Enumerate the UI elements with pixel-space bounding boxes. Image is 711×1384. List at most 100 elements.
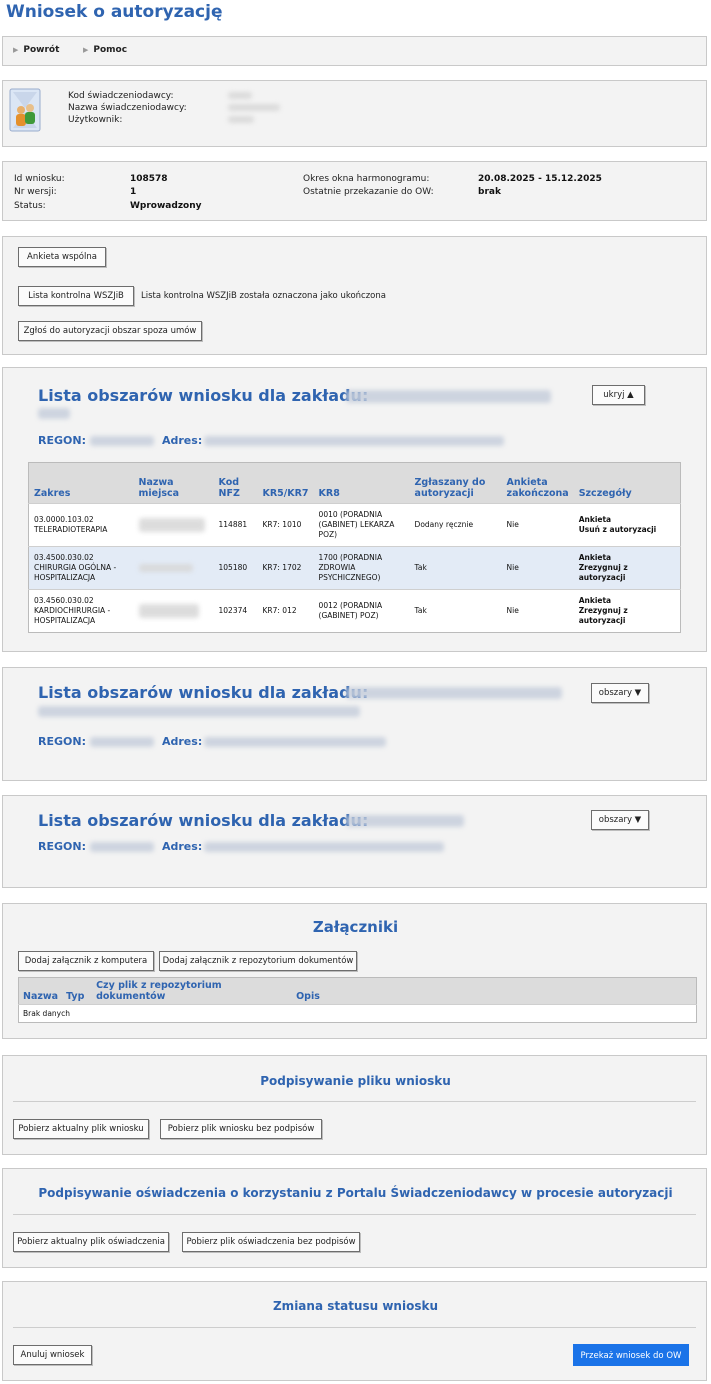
provider-name-value: [228, 104, 280, 111]
help-link[interactable]: ▶ Pomoc: [83, 45, 127, 55]
survey-link[interactable]: Ankieta: [579, 553, 675, 563]
triangle-right-icon: ▶: [83, 46, 89, 54]
cell-zakres: 03.4560.030.02 KARDIOCHIRURGIA - HOSPITA…: [34, 596, 111, 625]
col-zakres: Zakres: [28, 462, 134, 504]
empty-text: Brak danych: [23, 1008, 70, 1018]
col-typ: Typ: [62, 977, 93, 1005]
cell-zgloszony: Tak: [414, 563, 427, 572]
signing-statement-title: Podpisywanie oświadczenia o korzystaniu …: [38, 1186, 673, 1200]
facility-name-3: [346, 815, 464, 827]
add-from-repository-button[interactable]: Dodaj załącznik z repozytorium dokumentó…: [159, 951, 357, 971]
col-szczegoly: Szczegóły: [573, 462, 681, 504]
resign-authorization-link[interactable]: Zrezygnuj z autoryzacji: [579, 606, 675, 626]
address-value-3: [204, 842, 444, 852]
schedule-window-label: Okres okna harmonogramu:: [303, 174, 430, 184]
remove-from-authorization-link[interactable]: Usuń z autoryzacji: [579, 525, 675, 535]
resign-authorization-link[interactable]: Zrezygnuj z autoryzacji: [579, 563, 675, 583]
provider-name-label: Nazwa świadczeniodawcy:: [68, 103, 187, 113]
provider-code-value: [228, 92, 252, 99]
col-kr5-kr7: KR5/KR7: [257, 462, 314, 504]
col-kr8: KR8: [313, 462, 410, 504]
checklist-status-text: Lista kontrolna WSZJiB została oznaczona…: [141, 291, 386, 301]
cell-nazwa-miejsca: [134, 547, 214, 590]
add-from-computer-button[interactable]: Dodaj załącznik z komputera: [18, 951, 154, 971]
col-zglaszany: Zgłaszany do autoryzacji: [409, 462, 502, 504]
submit-to-ow-button[interactable]: Przekaż wniosek do OW: [573, 1344, 689, 1366]
signing-file-title: Podpisywanie pliku wniosku: [260, 1074, 451, 1088]
cell-kr: KR7: 012: [262, 606, 297, 615]
cell-kr: KR7: 1010: [262, 520, 302, 529]
download-current-file-button[interactable]: Pobierz aktualny plik wniosku: [13, 1119, 149, 1139]
areas-table: Zakres Nazwa miejsca Kod NFZ KR5/KR7 KR8…: [28, 462, 681, 633]
table-row: 03.4560.030.02 KARDIOCHIRURGIA - HOSPITA…: [28, 589, 681, 633]
survey-link[interactable]: Ankieta: [579, 596, 675, 606]
cell-nazwa-miejsca: [134, 504, 214, 547]
address-label-1: Adres:: [162, 434, 203, 447]
divider: [13, 1101, 696, 1102]
show-areas-button-3[interactable]: obszary ▼: [591, 810, 649, 830]
regon-value-2: [90, 737, 154, 747]
cell-details: Ankieta Zrezygnuj z autoryzacji: [574, 547, 681, 590]
col-nazwa: Nazwa: [18, 977, 63, 1005]
survey-common-button[interactable]: Ankieta wspólna: [18, 247, 106, 267]
last-transfer-value: brak: [478, 187, 501, 197]
regon-value-1: [90, 436, 154, 446]
cell-kod: 114881: [218, 520, 248, 529]
address-label-2: Adres:: [162, 735, 203, 748]
schedule-window-value: 20.08.2025 - 15.12.2025: [478, 174, 602, 184]
download-unsigned-file-button[interactable]: Pobierz plik wniosku bez podpisów: [160, 1119, 322, 1139]
facility-name-1b: [38, 408, 70, 419]
col-repozytorium: Czy plik z repozytorium dokumentów: [92, 977, 293, 1005]
show-areas-button-2[interactable]: obszary ▼: [591, 683, 649, 703]
cell-zakres: 03.0000.103.02 TELERADIOTERAPIA: [34, 515, 108, 534]
facility-heading-2: Lista obszarów wniosku dla zakładu:: [38, 683, 369, 702]
table-row: 03.4500.030.02 CHIRURGIA OGÓLNA - HOSPIT…: [28, 546, 681, 590]
back-link[interactable]: ▶ Powrót: [13, 45, 59, 55]
regon-label-1: REGON:: [38, 434, 86, 447]
version-label: Nr wersji:: [14, 187, 57, 197]
request-id-value: 108578: [130, 174, 168, 184]
attachments-table: Nazwa Typ Czy plik z repozytorium dokume…: [18, 977, 697, 1023]
col-ankieta-zakonczona: Ankieta zakończona: [501, 462, 574, 504]
address-value-2: [204, 737, 386, 747]
signing-file-panel: [2, 1055, 707, 1155]
report-area-button[interactable]: Zgłoś do autoryzacji obszar spoza umów: [18, 321, 202, 341]
cell-ankieta: Nie: [506, 563, 519, 572]
version-value: 1: [130, 187, 137, 197]
page-title: Wniosek o autoryzację: [6, 2, 223, 22]
download-current-statement-button[interactable]: Pobierz aktualny plik oświadczenia: [13, 1232, 169, 1252]
cancel-request-button[interactable]: Anuluj wniosek: [13, 1345, 92, 1365]
table-row: 03.0000.103.02 TELERADIOTERAPIA 114881 K…: [28, 503, 681, 547]
signing-statement-panel: [2, 1168, 707, 1268]
cell-zgloszony: Tak: [414, 606, 427, 615]
provider-user-value: [228, 116, 254, 123]
checklist-button[interactable]: Lista kontrolna WSZJiB: [18, 286, 134, 306]
facility-name-2b: [38, 706, 360, 717]
request-id-label: Id wniosku:: [14, 174, 65, 184]
provider-code-label: Kod świadczeniodawcy:: [68, 91, 174, 101]
cell-details: Ankieta Zrezygnuj z autoryzacji: [574, 590, 681, 633]
cell-details: Ankieta Usuń z autoryzacji: [574, 504, 681, 547]
regon-label-3: REGON:: [38, 840, 86, 853]
address-label-3: Adres:: [162, 840, 203, 853]
survey-link[interactable]: Ankieta: [579, 515, 675, 525]
col-nazwa-miejsca: Nazwa miejsca: [133, 462, 214, 504]
download-unsigned-statement-button[interactable]: Pobierz plik oświadczenia bez podpisów: [182, 1232, 360, 1252]
status-change-title: Zmiana statusu wniosku: [272, 1299, 438, 1313]
attachments-title: Załączniki: [312, 918, 399, 936]
triangle-right-icon: ▶: [13, 46, 19, 54]
empty-row: Brak danych: [18, 1004, 697, 1023]
nav-bar: ▶ Powrót ▶ Pomoc: [2, 36, 707, 66]
cell-kod: 102374: [218, 606, 248, 615]
status-value: Wprowadzony: [130, 201, 202, 211]
hide-areas-button[interactable]: ukryj ▲: [592, 385, 645, 405]
facility-name-2: [346, 687, 562, 699]
regon-value-3: [90, 842, 154, 852]
cell-kr8: 0012 (PORADNIA (GABINET) POZ): [318, 601, 383, 620]
cell-nazwa-miejsca: [134, 590, 214, 633]
users-icon: [9, 88, 41, 132]
cell-ankieta: Nie: [506, 520, 519, 529]
facility-heading-3: Lista obszarów wniosku dla zakładu:: [38, 811, 369, 830]
cell-ankieta: Nie: [506, 606, 519, 615]
cell-kr8: 1700 (PORADNIA ZDROWIA PSYCHICZNEGO): [318, 553, 383, 582]
